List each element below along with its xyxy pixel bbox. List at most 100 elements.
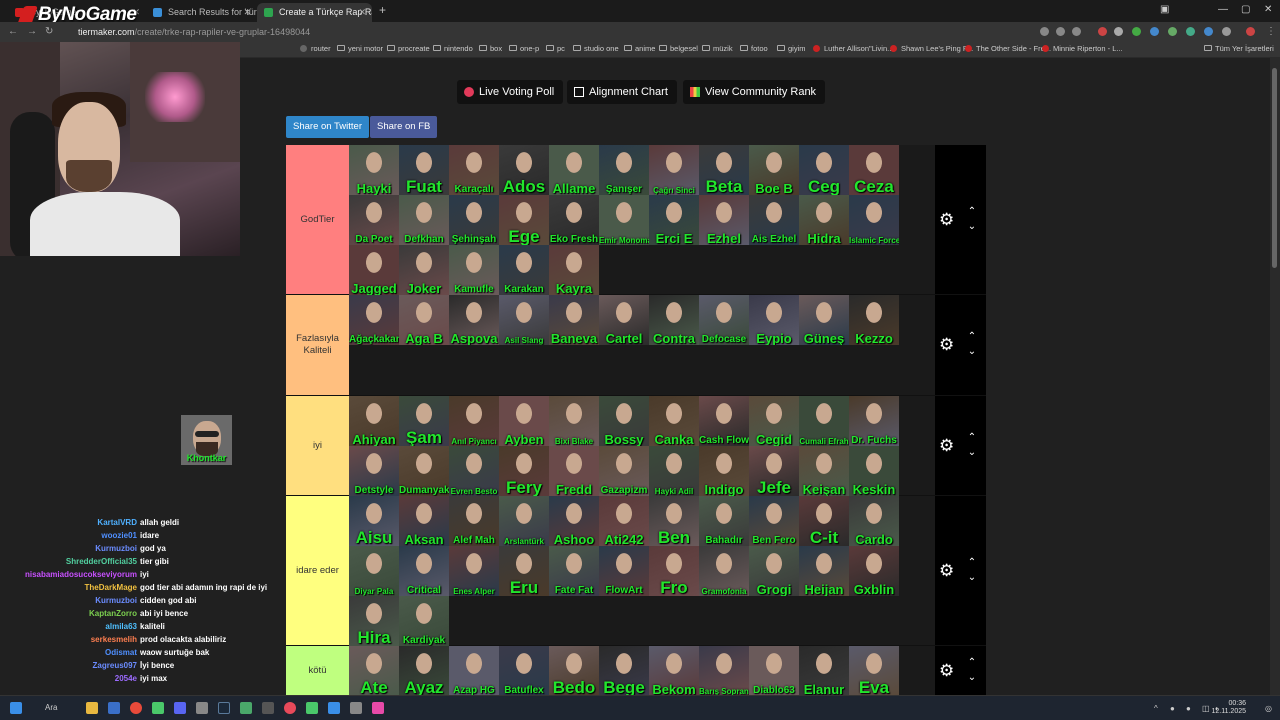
tier-item[interactable]: Contra — [649, 295, 699, 345]
extension-icon[interactable] — [1114, 27, 1123, 36]
tier-item[interactable]: Diablo63 — [749, 646, 799, 695]
taskbar-search[interactable]: Ara — [37, 700, 77, 716]
tier-item[interactable]: Alef Mah — [449, 496, 499, 546]
tier-label[interactable]: idare eder — [286, 496, 349, 645]
alignment-chart-button[interactable]: Alignment Chart — [567, 80, 677, 104]
tier-item[interactable]: Anıl Piyancı — [449, 396, 499, 446]
bookmark-folder[interactable]: yeni motor — [337, 44, 383, 53]
tier-item[interactable]: Ati242 — [599, 496, 649, 546]
bookmark-folder[interactable]: giyim — [777, 44, 806, 53]
address-bar[interactable]: tiermaker.com/create/trke-rap-rapiler-ve… — [64, 25, 1024, 39]
gear-icon[interactable]: ⚙ — [939, 437, 955, 454]
tier-item[interactable]: Bixi Blake — [549, 396, 599, 446]
gear-icon[interactable]: ⚙ — [939, 562, 955, 579]
bookmark-folder[interactable]: nintendo — [433, 44, 473, 53]
tier-item[interactable]: Aga B — [399, 295, 449, 345]
tier-item[interactable]: Karaçalı — [449, 145, 499, 195]
network-icon[interactable]: ◫ — [1202, 704, 1210, 713]
share-twitter-button[interactable]: Share on Twitter — [286, 116, 370, 138]
tier-item[interactable]: Hayki Adil — [649, 446, 699, 496]
tier-item[interactable]: Şehinşah — [449, 195, 499, 245]
gear-icon[interactable]: ⚙ — [939, 211, 955, 228]
bookmark-folder[interactable]: studio one — [573, 44, 619, 53]
tier-item[interactable]: Ezhel — [699, 195, 749, 245]
community-rank-button[interactable]: View Community Rank — [683, 80, 826, 104]
tier-item[interactable]: Gramofonia — [699, 546, 749, 596]
tier-item[interactable]: Allame — [549, 145, 599, 195]
tier-item[interactable]: Grogi — [749, 546, 799, 596]
notification-icon[interactable]: ◎ — [1265, 704, 1272, 713]
extension-icon[interactable] — [1204, 27, 1213, 36]
tab-search-results[interactable]: Search Results for 'türkçe rap' ✕ — [146, 3, 257, 22]
tier-item[interactable]: Dr. Fuchs — [849, 396, 899, 446]
tier-item[interactable]: Jefe — [749, 446, 799, 496]
tier-item[interactable]: Ceza — [849, 145, 899, 195]
extension-icon[interactable] — [1168, 27, 1177, 36]
star-icon[interactable] — [1072, 27, 1081, 36]
tier-item[interactable]: Emir Monoman — [599, 195, 649, 245]
tier-item[interactable]: Beta — [699, 145, 749, 195]
tier-item[interactable]: Ben Fero — [749, 496, 799, 546]
tier-item[interactable]: Ayaz — [399, 646, 449, 695]
tier-item[interactable]: Ben — [649, 496, 699, 546]
windows-start-icon[interactable] — [10, 702, 22, 714]
tier-item[interactable]: Batuflex — [499, 646, 549, 695]
settings-icon[interactable] — [350, 702, 362, 714]
tier-item[interactable]: Eko Fresh — [549, 195, 599, 245]
translate-icon[interactable] — [1040, 27, 1049, 36]
tier-item[interactable]: Hayki — [349, 145, 399, 195]
tier-item[interactable]: Gxblin — [849, 546, 899, 596]
tier-item[interactable]: Ahiyan — [349, 396, 399, 446]
close-icon[interactable]: ✕ — [358, 5, 366, 20]
tier-label[interactable]: GodTier — [286, 145, 349, 294]
scrollbar-thumb[interactable] — [1272, 68, 1277, 268]
tier-item[interactable]: Joker — [399, 245, 449, 295]
tier-item[interactable]: Critical — [399, 546, 449, 596]
extension-icon[interactable] — [1186, 27, 1195, 36]
tier-item[interactable]: C-it — [799, 496, 849, 546]
taskbar-clock[interactable]: 00:36 12.11.2025 — [1211, 700, 1246, 716]
tier-item[interactable]: Cardo — [849, 496, 899, 546]
tab-tiermaker[interactable]: Create a Türkçe Rap Rapçiler ve ✕ — [257, 3, 372, 22]
bookmark-item[interactable]: Minnie Riperton - L... — [1042, 44, 1123, 53]
gear-icon[interactable]: ⚙ — [939, 662, 955, 679]
new-tab-icon[interactable]: + — [379, 3, 386, 17]
app-icon[interactable] — [262, 702, 274, 714]
tier-item[interactable]: Fery — [499, 446, 549, 496]
chrome-icon[interactable] — [130, 702, 142, 714]
tier-item[interactable]: Güneş — [799, 295, 849, 345]
tier-label[interactable]: iyi — [286, 396, 349, 495]
live-voting-button[interactable]: Live Voting Poll — [457, 80, 564, 104]
steam-icon[interactable] — [218, 702, 230, 714]
profile-icon[interactable] — [1246, 27, 1255, 36]
app-icon[interactable] — [328, 702, 340, 714]
forward-icon[interactable]: → — [27, 26, 37, 37]
app-icon[interactable] — [240, 702, 252, 714]
menu-icon[interactable]: ⋮ — [1266, 26, 1276, 37]
bookmark-folder[interactable]: belgesel — [659, 44, 698, 53]
tier-item[interactable]: Indigo — [699, 446, 749, 496]
tier-item[interactable]: Ceg — [799, 145, 849, 195]
tier-item[interactable]: Da Poet — [349, 195, 399, 245]
tier-item[interactable]: Karakan — [499, 245, 549, 295]
chevron-up-icon[interactable]: ⌃ — [966, 332, 978, 342]
close-icon[interactable]: ✕ — [243, 5, 251, 20]
tier-item[interactable]: Keskin — [849, 446, 899, 496]
extension-icon[interactable] — [1098, 27, 1107, 36]
bookmark-folder[interactable]: fotoo — [740, 44, 768, 53]
chevron-up-icon[interactable]: ⌃ — [966, 658, 978, 668]
tier-item[interactable]: Şam — [399, 396, 449, 446]
instagram-icon[interactable] — [372, 702, 384, 714]
bookmark-item[interactable]: Shawn Lee's Ping P... — [890, 44, 973, 53]
chevron-up-icon[interactable]: ⌃ — [966, 207, 978, 217]
tier-item[interactable]: Aspova — [449, 295, 499, 345]
tier-item[interactable]: Heijan — [799, 546, 849, 596]
tier-item[interactable]: Jagged — [349, 245, 399, 295]
tier-item[interactable]: Eva — [849, 646, 899, 695]
whatsapp-icon[interactable] — [306, 702, 318, 714]
share-fb-button[interactable]: Share on FB — [370, 116, 438, 138]
extension-icon[interactable] — [1150, 27, 1159, 36]
puzzle-icon[interactable] — [1222, 27, 1231, 36]
tier-item[interactable]: Ağaçkakan — [349, 295, 399, 345]
app-icon[interactable] — [196, 702, 208, 714]
